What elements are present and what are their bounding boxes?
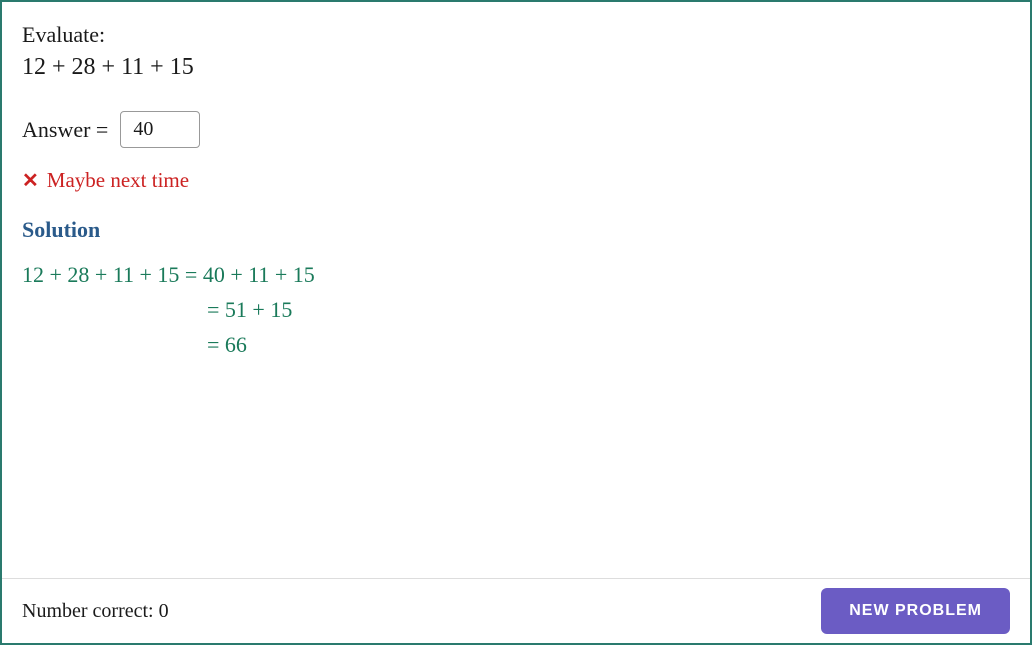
solution-line-2: = 51 + 15 xyxy=(207,292,1010,327)
main-content: Evaluate: 12 + 28 + 11 + 15 Answer = ✕ M… xyxy=(2,2,1030,443)
new-problem-button[interactable]: NEW PROBLEM xyxy=(821,588,1010,634)
solution-line-3: = 66 xyxy=(207,327,1010,362)
answer-row: Answer = xyxy=(22,111,1010,148)
evaluate-label: Evaluate: xyxy=(22,22,1010,48)
problem-expression: 12 + 28 + 11 + 15 xyxy=(22,54,1010,81)
solution-line-3-text: = 66 xyxy=(207,327,247,362)
answer-input[interactable] xyxy=(120,111,200,148)
feedback-text: Maybe next time xyxy=(47,168,189,193)
x-icon: ✕ xyxy=(22,168,39,193)
answer-label: Answer = xyxy=(22,117,108,143)
footer: Number correct: 0 NEW PROBLEM xyxy=(2,578,1030,643)
solution-heading: Solution xyxy=(22,217,1010,243)
number-correct: Number correct: 0 xyxy=(22,600,169,623)
solution-steps: 12 + 28 + 11 + 15 = 40 + 11 + 15 = 51 + … xyxy=(22,257,1010,363)
solution-line-1: 12 + 28 + 11 + 15 = 40 + 11 + 15 xyxy=(22,257,1010,292)
solution-line-1-text: 12 + 28 + 11 + 15 = 40 + 11 + 15 xyxy=(22,257,315,292)
solution-line-2-text: = 51 + 15 xyxy=(207,292,292,327)
feedback-row: ✕ Maybe next time xyxy=(22,168,1010,193)
